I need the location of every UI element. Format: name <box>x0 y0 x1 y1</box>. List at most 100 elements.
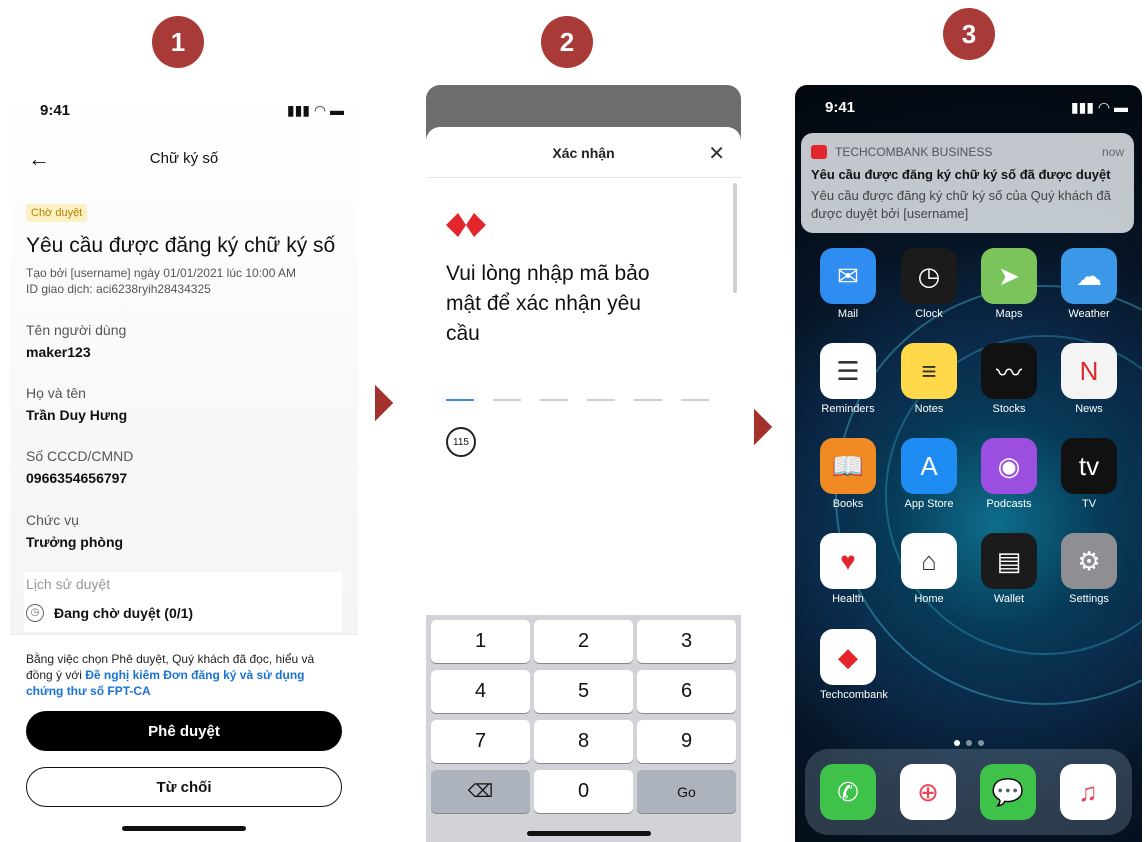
approve-button[interactable]: Phê duyệt <box>26 711 342 751</box>
app-9[interactable]: A App Store <box>901 438 957 510</box>
app-label: Clock <box>915 308 943 320</box>
push-notification[interactable]: TECHCOMBANK BUSINESS now Yêu cầu được đă… <box>801 133 1134 233</box>
books-icon: 📖 <box>820 438 876 494</box>
app-3[interactable]: ☁ Weather <box>1061 248 1117 320</box>
app-label: Stocks <box>992 403 1026 415</box>
consent-text: Bằng việc chọn Phê duyệt, Quý khách đã đ… <box>26 652 315 698</box>
go-button[interactable]: Go <box>637 770 736 813</box>
key-5[interactable]: 5 <box>534 670 633 713</box>
app-14[interactable]: ▤ Wallet <box>981 533 1037 605</box>
field-label: Số CCCD/CMND <box>26 448 134 464</box>
step-3-badge: 3 <box>943 8 995 60</box>
settings-icon: ⚙ <box>1061 533 1117 589</box>
reject-button[interactable]: Từ chối <box>26 767 342 807</box>
app-16[interactable]: ◆ Techcombank <box>820 629 888 701</box>
transaction-id: ID giao dịch: aci6238ryih28434325 <box>26 282 211 296</box>
page-title: Chữ ký số <box>149 150 219 167</box>
wallet-icon: ▤ <box>981 533 1037 589</box>
app-7[interactable]: N News <box>1061 343 1117 415</box>
key-1[interactable]: 1 <box>431 620 530 663</box>
clock-icon: ◷ <box>26 604 44 622</box>
app-label: Settings <box>1069 593 1109 605</box>
field-label: Họ và tên <box>26 385 86 401</box>
messages-icon[interactable]: 💬 <box>980 764 1036 820</box>
app-2[interactable]: ➤ Maps <box>981 248 1037 320</box>
app-15[interactable]: ⚙ Settings <box>1061 533 1117 605</box>
app-label: Mail <box>837 308 859 320</box>
app-6[interactable]: 〰 Stocks <box>981 343 1037 415</box>
field-value: Trần Duy Hưng <box>26 407 128 423</box>
key-4[interactable]: 4 <box>431 670 530 713</box>
pin-slot[interactable] <box>540 399 568 401</box>
key-2[interactable]: 2 <box>534 620 633 663</box>
app-label: Weather <box>1068 308 1110 320</box>
app-1[interactable]: ◷ Clock <box>901 248 957 320</box>
maps-icon: ➤ <box>981 248 1037 304</box>
numeric-keypad: 1 2 3 4 5 6 7 8 9 ⌫ 0 Go <box>426 615 741 842</box>
field-label: Chức vụ <box>26 512 79 528</box>
app-label: Reminders <box>821 403 875 415</box>
app-13[interactable]: ⌂ Home <box>901 533 957 605</box>
field-value: Trưởng phòng <box>26 534 124 550</box>
music-icon[interactable]: ♫ <box>1060 764 1116 820</box>
app-label: Maps <box>995 308 1023 320</box>
field-label: Tên người dùng <box>26 322 127 338</box>
pin-slot[interactable] <box>681 399 709 401</box>
action-panel: Bằng việc chọn Phê duyệt, Quý khách đã đ… <box>10 634 358 838</box>
pin-slot[interactable] <box>587 399 615 401</box>
phone-icon[interactable]: ✆ <box>820 764 876 820</box>
page-dot[interactable] <box>966 740 972 746</box>
approval-screen: 9:41 ▮▮▮ ◠ ▬ ← Chữ ký số Chờ duyệt Yêu c… <box>10 82 358 838</box>
pin-slot[interactable] <box>634 399 662 401</box>
page-dot[interactable] <box>954 740 960 746</box>
pin-slot[interactable] <box>493 399 521 401</box>
created-by-text: Tạo bởi [username] ngày 01/01/2021 lúc 1… <box>26 266 297 280</box>
home-indicator <box>527 831 651 836</box>
key-3[interactable]: 3 <box>637 620 736 663</box>
pin-slot[interactable] <box>446 399 474 401</box>
notification-title: Yêu cầu được đăng ký chữ ký số đã được d… <box>811 167 1111 182</box>
divider <box>426 177 741 178</box>
app-4[interactable]: ☰ Reminders <box>820 343 876 415</box>
status-icons: ▮▮▮ ◠ ▬ <box>286 102 344 118</box>
key-7[interactable]: 7 <box>431 720 530 763</box>
app-12[interactable]: ♥ Health <box>820 533 876 605</box>
countdown-timer: 115 <box>446 427 476 457</box>
scrollbar[interactable] <box>733 183 737 293</box>
dock: ✆ ⊕ 💬 ♫ <box>805 749 1132 835</box>
health-icon: ♥ <box>820 533 876 589</box>
app-8[interactable]: 📖 Books <box>820 438 876 510</box>
key-8[interactable]: 8 <box>534 720 633 763</box>
page-dot[interactable] <box>978 740 984 746</box>
stocks-icon: 〰 <box>981 343 1037 399</box>
podcasts-icon: ◉ <box>981 438 1037 494</box>
notes-icon: ≡ <box>901 343 957 399</box>
key-0[interactable]: 0 <box>534 770 633 813</box>
backspace-icon[interactable]: ⌫ <box>431 770 530 813</box>
home-icon: ⌂ <box>901 533 957 589</box>
app-0[interactable]: ✉ Mail <box>820 248 876 320</box>
otp-prompt: Vui lòng nhập mã bảo mật để xác nhận yêu… <box>446 262 650 345</box>
weather-icon: ☁ <box>1061 248 1117 304</box>
app-store-icon: A <box>901 438 957 494</box>
app-11[interactable]: tv TV <box>1061 438 1117 510</box>
techcombank-icon <box>811 145 827 159</box>
next-arrow-icon <box>357 385 394 422</box>
app-label: TV <box>1081 498 1097 510</box>
safari-icon[interactable]: ⊕ <box>900 764 956 820</box>
techcombank-logo <box>446 213 486 237</box>
clock-icon: ◷ <box>901 248 957 304</box>
key-9[interactable]: 9 <box>637 720 736 763</box>
status-badge: Chờ duyệt <box>26 204 88 222</box>
app-5[interactable]: ≡ Notes <box>901 343 957 415</box>
history-status: Đang chờ duyệt (0/1) <box>54 605 194 621</box>
close-icon[interactable]: ✕ <box>708 141 725 166</box>
history-label: Lịch sử duyệt <box>26 576 111 592</box>
mail-icon: ✉ <box>820 248 876 304</box>
app-label: Notes <box>914 403 944 415</box>
reminders-icon: ☰ <box>820 343 876 399</box>
key-6[interactable]: 6 <box>637 670 736 713</box>
app-label: App Store <box>904 498 954 510</box>
app-10[interactable]: ◉ Podcasts <box>981 438 1037 510</box>
tv-icon: tv <box>1061 438 1117 494</box>
